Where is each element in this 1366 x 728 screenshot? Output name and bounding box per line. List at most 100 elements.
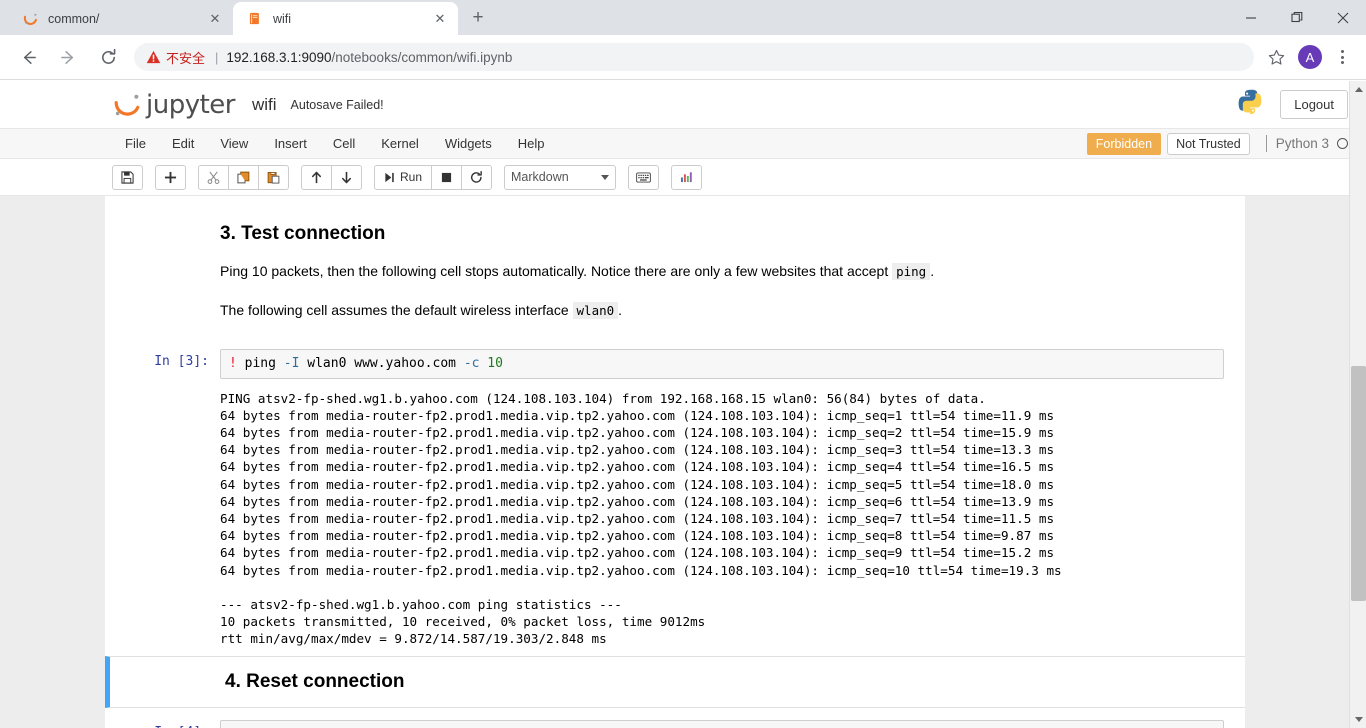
omnibox-path: /notebooks/common/wifi.ipynb <box>331 49 513 65</box>
browser-tab-common[interactable]: common/ ✕ <box>8 2 233 35</box>
insecure-label: 不安全 <box>166 50 206 66</box>
move-cell-down-icon[interactable] <box>331 164 362 190</box>
paragraph-ping-intro: Ping 10 packets, then the following cell… <box>220 261 1105 282</box>
interrupt-kernel-icon[interactable] <box>431 164 463 190</box>
insert-cell-icon[interactable] <box>155 164 186 190</box>
jupyter-logo-icon <box>114 94 140 116</box>
code-token-flag-i: -I <box>283 356 300 371</box>
notebook-scroll-area: 3. Test connection Ping 10 packets, then… <box>0 196 1366 728</box>
logout-button[interactable]: Logout <box>1280 90 1348 119</box>
copy-icon[interactable] <box>228 164 259 190</box>
cell-type-select[interactable]: Markdown <box>504 164 617 190</box>
markdown-body: 3. Test connection Ping 10 packets, then… <box>105 215 1105 339</box>
jupyter-brand-text: jupyter <box>146 89 235 120</box>
code-token-args: wlan0 www.yahoo.com <box>299 356 464 371</box>
chevron-down-icon <box>601 174 610 180</box>
minimize-icon[interactable] <box>1228 0 1274 35</box>
menubar-divider <box>1265 135 1267 152</box>
jupyter-menubar: File Edit View Insert Cell Kernel Widget… <box>0 129 1366 159</box>
jupyter-spinner-icon <box>22 11 38 27</box>
move-cell-up-icon[interactable] <box>301 164 332 190</box>
toolbar-group-insert <box>155 164 186 190</box>
profile-avatar[interactable]: A <box>1298 45 1322 69</box>
maximize-icon[interactable] <box>1274 0 1320 35</box>
toolbar-group-widgets <box>671 164 703 190</box>
code-input-reset[interactable]: port.reset() <box>220 719 1224 728</box>
jupyter-header: jupyter wifi Autosave Failed! Logout <box>0 81 1366 129</box>
browser-nav-toolbar: 不安全 | 192.168.3.1:9090/notebooks/common/… <box>0 35 1366 80</box>
insecure-warning: 不安全 <box>146 48 205 67</box>
new-tab-button[interactable]: + <box>464 4 492 32</box>
tab-close-icon[interactable]: ✕ <box>432 11 448 27</box>
restart-kernel-icon[interactable] <box>461 164 493 190</box>
forward-icon[interactable] <box>53 42 83 72</box>
tab-close-icon[interactable]: ✕ <box>207 11 223 27</box>
menu-cell[interactable]: Cell <box>320 129 368 159</box>
menu-insert[interactable]: Insert <box>261 129 320 159</box>
not-trusted-badge[interactable]: Not Trusted <box>1167 132 1250 155</box>
paragraph-interface: The following cell assumes the default w… <box>220 300 1105 321</box>
notebook-name[interactable]: wifi <box>252 95 277 115</box>
save-icon[interactable] <box>112 164 143 190</box>
page-scrollbar[interactable] <box>1349 81 1366 728</box>
menu-kernel[interactable]: Kernel <box>368 129 432 159</box>
browser-window: common/ ✕ wifi ✕ + 不安全 | 192.168.3.1:909… <box>0 0 1366 728</box>
paragraph-text-b: . <box>618 302 623 318</box>
chart-icon[interactable] <box>671 164 703 190</box>
markdown-cell-reset-connection[interactable]: 4. Reset connection <box>105 655 1245 708</box>
inline-code-wlan0: wlan0 <box>572 302 619 319</box>
code-cell-ping[interactable]: In [3]: ! ping -I wlan0 www.yahoo.com -c… <box>105 344 1245 384</box>
toolbar-group-move <box>301 164 362 190</box>
tab-title: common/ <box>48 11 100 26</box>
tab-title: wifi <box>273 11 292 26</box>
run-cell-button[interactable]: Run <box>374 164 433 190</box>
window-controls <box>1228 0 1366 35</box>
back-icon[interactable] <box>13 42 43 72</box>
cut-icon[interactable] <box>198 164 229 190</box>
markdown-cell-test-connection[interactable]: 3. Test connection Ping 10 packets, then… <box>105 210 1245 344</box>
jupyter-logo[interactable]: jupyter <box>112 90 235 120</box>
autosave-status: Autosave Failed! <box>290 97 384 112</box>
code-token-bang: ! <box>229 356 237 371</box>
menu-help[interactable]: Help <box>505 129 558 159</box>
browser-tab-wifi[interactable]: wifi ✕ <box>233 2 458 35</box>
tab-strip: common/ ✕ wifi ✕ + <box>0 0 1366 35</box>
code-token-flag-c: -c <box>463 356 480 371</box>
code-token-count: 10 <box>479 356 503 371</box>
paragraph-text-b: . <box>930 263 935 279</box>
browser-menu-icon[interactable] <box>1330 43 1354 71</box>
paste-icon[interactable] <box>258 164 289 190</box>
page-viewport: jupyter wifi Autosave Failed! Logout Fil… <box>0 81 1366 728</box>
scroll-up-arrow-icon[interactable] <box>1350 81 1366 98</box>
scroll-down-arrow-icon[interactable] <box>1350 711 1366 728</box>
code-input-ping[interactable]: ! ping -I wlan0 www.yahoo.com -c 10 <box>220 349 1224 379</box>
forbidden-badge[interactable]: Forbidden <box>1086 132 1162 155</box>
jupyter-toolbar: Run Markdown <box>0 159 1366 196</box>
bookmark-star-icon[interactable] <box>1262 43 1290 71</box>
kernel-idle-icon[interactable] <box>1337 138 1348 149</box>
reload-icon[interactable] <box>93 42 123 72</box>
omnibox-url: 192.168.3.1:9090/notebooks/common/wifi.i… <box>226 50 512 65</box>
code-cell-reset[interactable]: In [4]: port.reset() <box>105 708 1245 728</box>
run-label: Run <box>400 170 423 184</box>
run-icon <box>385 172 394 182</box>
warning-triangle-icon <box>146 50 161 64</box>
address-bar[interactable]: 不安全 | 192.168.3.1:9090/notebooks/common/… <box>134 43 1254 71</box>
menu-file[interactable]: File <box>112 129 159 159</box>
section-heading-4: 4. Reset connection <box>225 670 405 692</box>
menu-widgets[interactable]: Widgets <box>432 129 505 159</box>
cell-prompt-in-3: In [3]: <box>154 354 209 369</box>
command-palette-icon[interactable] <box>628 164 660 190</box>
omnibox-host: 192.168.3.1:9090 <box>226 49 332 65</box>
close-icon[interactable] <box>1320 0 1366 35</box>
menu-view[interactable]: View <box>207 129 261 159</box>
toolbar-group-palette <box>628 164 660 190</box>
menubar-right: Forbidden Not Trusted Python 3 <box>1086 132 1366 155</box>
kernel-indicator-label: Python 3 <box>1275 136 1329 151</box>
paragraph-text-a: The following cell assumes the default w… <box>220 302 573 318</box>
menu-edit[interactable]: Edit <box>159 129 207 159</box>
toolbar-group-run: Run <box>374 164 493 190</box>
paragraph-text-a: Ping 10 packets, then the following cell… <box>220 263 893 279</box>
scrollbar-thumb[interactable] <box>1351 366 1366 601</box>
python-logo-icon <box>1236 88 1264 121</box>
